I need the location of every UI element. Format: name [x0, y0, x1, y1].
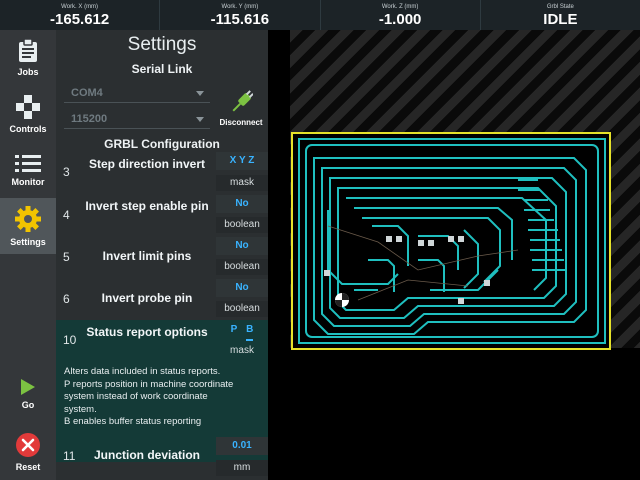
dro-work-y: Work. Y (mm) -115.616	[160, 0, 321, 30]
setting-number: 11	[63, 449, 76, 463]
setting-name: Junction deviation	[93, 448, 200, 462]
setting-unit: boolean	[216, 217, 268, 233]
status-option-p[interactable]: P	[231, 321, 238, 339]
setting-name: Step direction invert	[88, 157, 206, 171]
setting-value[interactable]: No	[216, 195, 268, 213]
reset-button[interactable]: Reset	[0, 428, 56, 476]
setting-value[interactable]: No	[216, 279, 268, 297]
pcb-toolpath-canvas	[291, 132, 611, 350]
dro-label: Grbl State	[546, 3, 574, 10]
chevron-down-icon	[196, 91, 204, 96]
left-nav: Jobs Controls Monitor Settings Go Reset	[0, 30, 56, 480]
disconnect-button[interactable]: Disconnect	[214, 90, 268, 130]
setting-value[interactable]: No	[216, 237, 268, 255]
plug-icon	[232, 90, 253, 112]
port-select[interactable]: COM4	[64, 83, 210, 103]
setting-value[interactable]: P B	[216, 321, 268, 341]
setting-number: 6	[63, 292, 70, 306]
setting-unit: mm	[216, 460, 268, 476]
setting-row-5[interactable]: 5 Invert limit pins No boolean	[56, 236, 268, 278]
dro-label: Work. Z (mm)	[381, 3, 419, 10]
dro-value: -115.616	[210, 10, 270, 28]
setting-name: Invert probe pin	[101, 291, 193, 305]
close-circle-icon	[16, 433, 40, 457]
grbl-state: Grbl State IDLE	[481, 0, 640, 30]
setting-unit: boolean	[216, 259, 268, 275]
reset-label: Reset	[15, 462, 41, 472]
nav-jobs-label: Jobs	[17, 67, 39, 77]
play-icon	[21, 379, 35, 395]
nav-monitor-label: Monitor	[11, 177, 45, 187]
settings-panel: Settings Serial Link COM4 115200 Disconn…	[56, 30, 268, 480]
setting-row-3[interactable]: 3 Step direction invert X Y Z mask	[56, 152, 268, 194]
description-line: system instead of work coordinate	[64, 391, 208, 402]
setting-value[interactable]: X Y Z	[216, 152, 268, 170]
setting-name: Status report options	[86, 325, 208, 339]
nav-settings[interactable]: Settings	[0, 198, 56, 254]
dro-label: Work. X (mm)	[61, 3, 99, 10]
nav-jobs[interactable]: Jobs	[0, 30, 56, 86]
setting-number: 4	[63, 208, 70, 222]
setting-number: 10	[63, 333, 77, 347]
grbl-config-heading: GRBL Configuration	[104, 137, 220, 151]
nav-controls-label: Controls	[9, 124, 47, 134]
dro-value: -1.000	[378, 10, 422, 28]
dro-label: Work. Y (mm)	[221, 3, 259, 10]
dro-work-x: Work. X (mm) -165.612	[0, 0, 161, 30]
setting-number: 5	[63, 250, 70, 264]
nav-settings-label: Settings	[10, 237, 46, 247]
setting-description: Alters data included in status reports. …	[64, 366, 264, 429]
setting-row-4[interactable]: 4 Invert step enable pin No boolean	[56, 194, 268, 236]
toolpath-visualizer[interactable]	[268, 30, 640, 480]
gear-icon	[15, 206, 41, 232]
description-line: Alters data included in status reports.	[64, 366, 221, 377]
go-button[interactable]: Go	[0, 370, 56, 418]
dpad-icon	[16, 95, 40, 119]
setting-value[interactable]: 0.01	[216, 437, 268, 455]
clipboard-icon	[19, 39, 37, 62]
dro-bar: Work. X (mm) -165.612 Work. Y (mm) -115.…	[0, 0, 640, 30]
port-select-value: COM4	[71, 87, 103, 99]
description-line: system.	[64, 403, 97, 415]
dro-value: IDLE	[543, 10, 578, 28]
nav-controls[interactable]: Controls	[0, 86, 56, 142]
setting-unit: mask	[216, 175, 268, 191]
description-line: B enables buffer status reporting	[64, 416, 202, 427]
nav-monitor[interactable]: Monitor	[0, 142, 56, 198]
chevron-down-icon	[196, 117, 204, 122]
dro-value: -165.612	[50, 10, 110, 28]
description-line: P reports position in machine coordinate	[64, 378, 234, 390]
disconnect-label: Disconnect	[219, 118, 263, 127]
setting-row-11[interactable]: 11 Junction deviation 0.01 mm	[56, 434, 268, 480]
list-icon	[15, 155, 41, 172]
baud-select-value: 115200	[71, 113, 108, 125]
page-title: Settings	[127, 34, 197, 55]
setting-number: 3	[63, 165, 70, 179]
dro-work-z: Work. Z (mm) -1.000	[321, 0, 481, 30]
baud-select[interactable]: 115200	[64, 109, 210, 129]
go-label: Go	[21, 400, 35, 410]
setting-name: Invert step enable pin	[85, 199, 209, 213]
setting-name: Invert limit pins	[102, 249, 192, 263]
serial-link-heading: Serial Link	[131, 62, 193, 76]
setting-unit: boolean	[216, 301, 268, 317]
status-option-b[interactable]: B	[246, 321, 254, 341]
tool-position-marker	[335, 293, 349, 307]
setting-unit: mask	[230, 345, 254, 356]
setting-row-6[interactable]: 6 Invert probe pin No boolean	[56, 278, 268, 320]
